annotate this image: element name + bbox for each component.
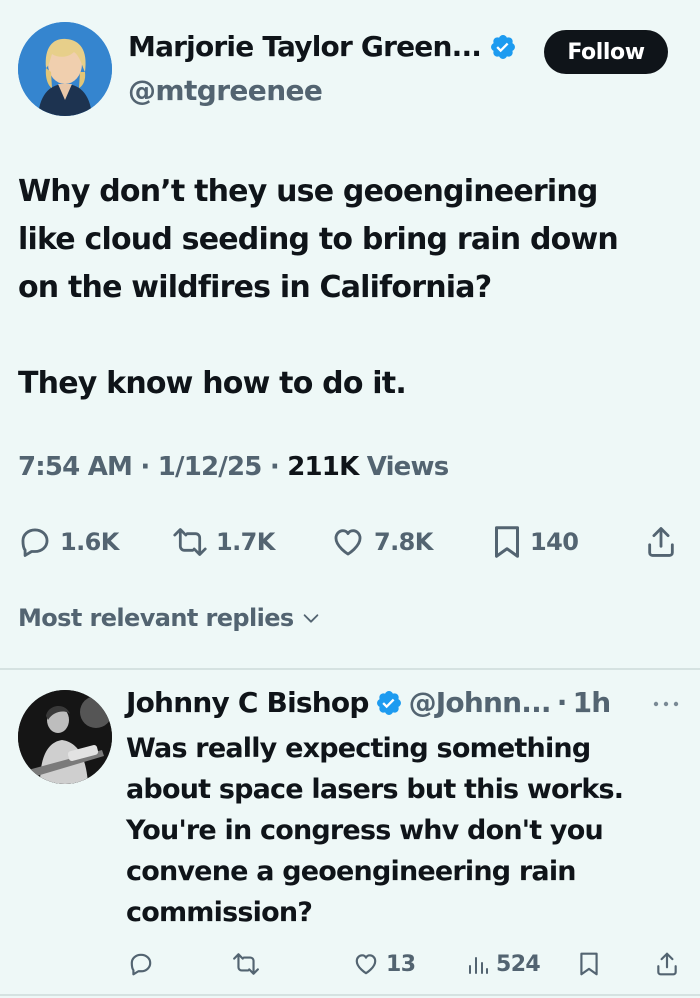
author-handle[interactable]: @mtgreenee	[128, 74, 323, 107]
reply-separator: ·	[556, 686, 568, 719]
meta-separator: ·	[269, 452, 280, 482]
views-bar-chart-icon	[469, 957, 488, 974]
tweet-text-line: like cloud seeding to bring rain down	[18, 222, 619, 257]
reply-text-line: convene a geoengineering rain	[126, 856, 577, 887]
retweet-icon	[173, 528, 207, 556]
bookmark-count: 140	[530, 528, 579, 556]
reply-views-button[interactable]: 524	[466, 946, 541, 982]
tweet-time[interactable]: 7:54 AM	[18, 452, 133, 482]
views-count: 211K	[287, 452, 359, 482]
replies-sort-label: Most relevant replies	[18, 604, 294, 632]
tweet-header: Marjorie Taylor Green... @mtgreenee Foll…	[0, 0, 700, 130]
tweet-meta: 7:54 AM · 1/12/25 · 211K Views	[18, 452, 450, 482]
reply-views-count: 524	[496, 951, 541, 977]
bookmark-icon	[580, 952, 598, 976]
reply-like-count: 13	[386, 951, 416, 977]
reply-author-avatar[interactable]	[18, 690, 112, 784]
author-avatar[interactable]	[18, 22, 112, 116]
reply-icon	[21, 528, 49, 557]
heart-icon	[355, 954, 377, 975]
reply-button[interactable]: 1.6K	[18, 520, 119, 564]
tweet-text: Why don’t they use geoengineering like c…	[18, 168, 678, 312]
reply-text-line: You're in congress whv don't you	[126, 815, 604, 846]
follow-button[interactable]: Follow	[544, 30, 668, 74]
divider	[0, 994, 700, 996]
tweet-actions: 1.6K 1.7K 7.8K 140	[0, 520, 700, 564]
reply-count: 1.6K	[60, 528, 119, 556]
retweet-button[interactable]: 1.7K	[172, 520, 275, 564]
share-button[interactable]	[644, 520, 678, 564]
views-label: Views	[366, 452, 450, 482]
author-name[interactable]: Marjorie Taylor Green...	[128, 30, 482, 63]
reply-text: Was really expecting something about spa…	[126, 728, 686, 933]
tweet-text-line: on the wildfires in California?	[18, 270, 492, 305]
reply-time[interactable]: 1h	[573, 686, 612, 719]
share-icon	[657, 952, 677, 976]
bookmark-icon	[495, 526, 519, 558]
tweet-text-line: Why don’t they use geoengineering	[18, 174, 598, 209]
reply-reply-button[interactable]	[128, 946, 154, 982]
bookmark-button[interactable]: 140	[492, 520, 579, 564]
divider	[0, 668, 700, 670]
tweet-text-paragraph-2: They know how to do it.	[18, 366, 407, 401]
reply-text-line: Was really expecting something	[126, 733, 591, 764]
reply-like-button[interactable]: 13	[352, 946, 416, 982]
reply-header: Johnny C Bishop @Johnn... · 1h	[126, 686, 612, 719]
reply-author-name[interactable]: Johnny C Bishop	[126, 686, 369, 719]
like-count: 7.8K	[374, 528, 433, 556]
author-name-row: Marjorie Taylor Green...	[128, 30, 517, 63]
reply-actions: 13 524	[0, 946, 700, 982]
more-options-button[interactable]	[648, 692, 684, 716]
reply-text-line: about space lasers but this works.	[126, 774, 624, 805]
retweet-count: 1.7K	[216, 528, 275, 556]
meta-separator: ·	[140, 452, 150, 482]
reply-author-handle[interactable]: @Johnn...	[409, 686, 552, 719]
reply-bookmark-button[interactable]	[578, 946, 600, 982]
reply-retweet-button[interactable]	[232, 946, 260, 982]
retweet-icon	[233, 953, 259, 975]
chevron-down-icon	[303, 614, 318, 623]
reply-text-line: commission?	[126, 897, 313, 928]
share-icon	[648, 527, 674, 557]
more-dots-icon	[653, 701, 679, 707]
author-avatar-image	[18, 22, 112, 116]
reply-avatar-image	[18, 690, 112, 784]
reply-icon	[130, 953, 152, 976]
like-button[interactable]: 7.8K	[330, 520, 433, 564]
heart-icon	[334, 529, 362, 556]
reply-share-button[interactable]	[654, 946, 680, 982]
replies-sort-dropdown[interactable]: Most relevant replies	[18, 604, 322, 632]
verified-badge-icon	[376, 690, 401, 715]
verified-badge-icon	[491, 34, 516, 59]
tweet-date[interactable]: 1/12/25	[158, 452, 263, 482]
